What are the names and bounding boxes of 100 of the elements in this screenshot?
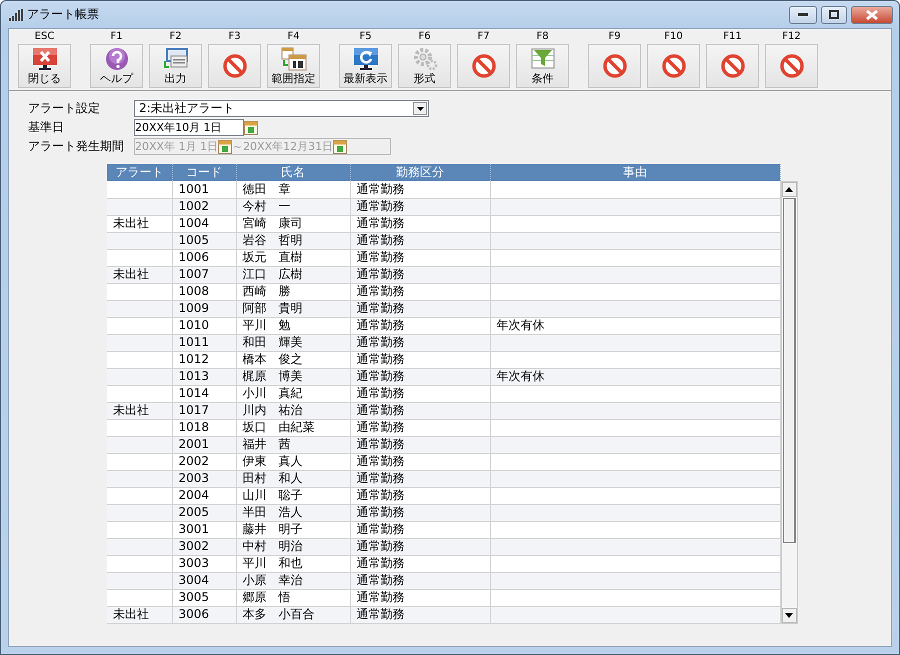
toolbar-button[interactable]: ヘルプ: [90, 44, 143, 88]
table-cell: 通常勤務: [350, 555, 490, 572]
column-header[interactable]: 勤務区分: [350, 164, 490, 181]
toolbar-button[interactable]: 閉じる: [18, 44, 71, 88]
function-key-label: F2: [169, 31, 182, 44]
table-cell: 通常勤務: [350, 266, 490, 283]
table-cell: 通常勤務: [350, 419, 490, 436]
filter-icon: [528, 46, 556, 71]
table-cell: 通常勤務: [350, 504, 490, 521]
table-cell: 1010: [172, 317, 236, 334]
toolbar-button[interactable]: 条件: [516, 44, 569, 88]
table-cell: 小川 真紀: [236, 385, 350, 402]
table-cell: 通常勤務: [350, 300, 490, 317]
table-cell: 2004: [172, 487, 236, 504]
function-key-label: F12: [782, 31, 801, 44]
column-header[interactable]: コード: [172, 164, 236, 181]
table-cell: 橋本 俊之: [236, 351, 350, 368]
close-icon: [866, 10, 878, 20]
table-cell: 通常勤務: [350, 402, 490, 419]
table-cell: 1014: [172, 385, 236, 402]
column-header[interactable]: アラート: [107, 164, 172, 181]
table-cell: 宮崎 康司: [236, 215, 350, 232]
toolbar-button[interactable]: 出力: [149, 44, 202, 88]
up-arrow-icon[interactable]: [785, 187, 793, 192]
table-cell: 通常勤務: [350, 283, 490, 300]
function-key-label: F6: [418, 31, 431, 44]
table-cell: 通常勤務: [350, 521, 490, 538]
calendar-icon[interactable]: [244, 120, 258, 135]
toolbar-button[interactable]: [208, 44, 261, 88]
table-cell: 1001: [172, 181, 236, 198]
toolbar-button[interactable]: [457, 44, 510, 88]
table-cell: 2001: [172, 436, 236, 453]
table-cell: 江口 広樹: [236, 266, 350, 283]
dropdown-arrow-icon[interactable]: [416, 106, 424, 110]
prohibited-icon: [220, 54, 248, 78]
minimize-icon: [798, 12, 808, 16]
table-cell: 通常勤務: [350, 317, 490, 334]
table-cell: 通常勤務: [350, 215, 490, 232]
close-button[interactable]: [851, 6, 893, 24]
date-field[interactable]: 20XX年10月 1日: [134, 119, 244, 136]
table-cell: 1017: [172, 402, 236, 419]
toolbar-button[interactable]: [765, 44, 818, 88]
table-cell: 坂口 由紀菜: [236, 419, 350, 436]
table-cell: 梶原 博美: [236, 368, 350, 385]
prohibited-icon: [600, 54, 628, 78]
table-cell: 通常勤務: [350, 538, 490, 555]
table-cell: 伊東 真人: [236, 453, 350, 470]
table-cell: 福井 茜: [236, 436, 350, 453]
table-cell: 今村 一: [236, 198, 350, 215]
toolbar-button[interactable]: [647, 44, 700, 88]
table-cell: 2002: [172, 453, 236, 470]
table-cell: 1012: [172, 351, 236, 368]
table-cell: 2003: [172, 470, 236, 487]
table-cell: 通常勤務: [350, 606, 490, 623]
table-cell: 小原 幸治: [236, 572, 350, 589]
table-cell: 通常勤務: [350, 436, 490, 453]
function-key-label: F9: [608, 31, 621, 44]
function-key-label: F1: [110, 31, 123, 44]
table-cell: 3005: [172, 589, 236, 606]
table-cell: 岩谷 哲明: [236, 232, 350, 249]
table-cell: 中村 明治: [236, 538, 350, 555]
table-cell: 徳田 章: [236, 181, 350, 198]
toolbar-button[interactable]: [588, 44, 641, 88]
scrollbar[interactable]: [780, 181, 798, 624]
table-cell: 川内 祐治: [236, 402, 350, 419]
alert-setting-dropdown[interactable]: 2:未出社アラート: [134, 100, 429, 117]
table-cell: 平川 和也: [236, 555, 350, 572]
table-cell: 通常勤務: [350, 198, 490, 215]
maximize-button[interactable]: [821, 6, 847, 24]
toolbar-button[interactable]: 最新表示: [339, 44, 392, 88]
table-cell: 阿部 貴明: [236, 300, 350, 317]
column-header[interactable]: 事由: [490, 164, 780, 181]
table-cell: 1013: [172, 368, 236, 385]
function-key-label: F4: [287, 31, 300, 44]
table-cell: 3002: [172, 538, 236, 555]
field-label: アラート発生期間: [28, 139, 125, 154]
function-key-label: F7: [477, 31, 490, 44]
table-cell: 1002: [172, 198, 236, 215]
field-label: アラート設定: [28, 101, 101, 116]
toolbar-button[interactable]: [706, 44, 759, 88]
table-cell: 通常勤務: [350, 385, 490, 402]
table-cell: 未出社: [107, 402, 172, 419]
table-cell: 1008: [172, 283, 236, 300]
function-key-label: F5: [359, 31, 372, 44]
table-cell: 通常勤務: [350, 470, 490, 487]
table-cell: 通常勤務: [350, 334, 490, 351]
maximize-icon: [829, 10, 839, 19]
function-key-label: F8: [536, 31, 549, 44]
table-cell: 本多 小百合: [236, 606, 350, 623]
table-cell: 通常勤務: [350, 572, 490, 589]
function-key-label: F11: [723, 31, 742, 44]
down-arrow-icon[interactable]: [785, 612, 793, 618]
scroll-thumb[interactable]: [782, 198, 796, 543]
table-cell: 通常勤務: [350, 351, 490, 368]
minimize-button[interactable]: [789, 6, 817, 24]
table-cell: 半田 浩人: [236, 504, 350, 521]
toolbar-button[interactable]: 範囲指定: [267, 44, 320, 88]
printer-icon: [162, 46, 190, 71]
column-header[interactable]: 氏名: [236, 164, 350, 181]
toolbar-button[interactable]: 形式: [398, 44, 451, 88]
